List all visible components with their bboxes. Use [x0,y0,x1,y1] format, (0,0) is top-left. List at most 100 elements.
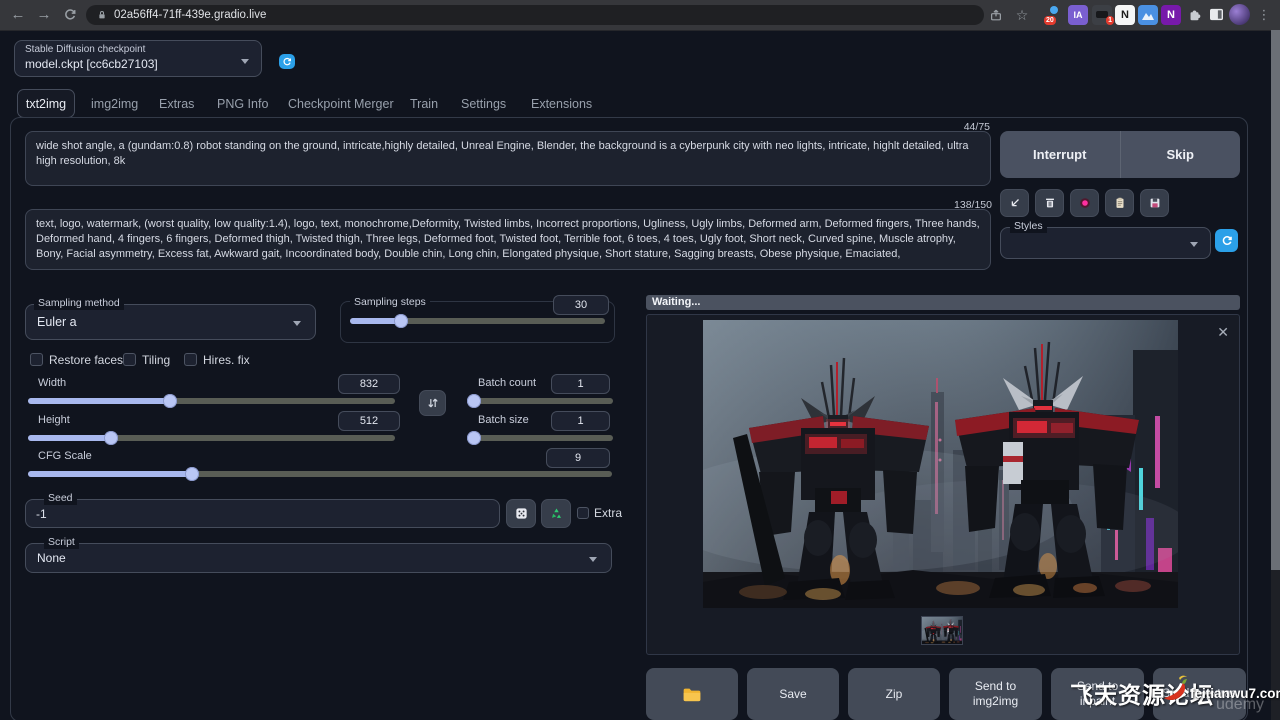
chevron-down-icon [589,557,597,562]
tiling-checkbox[interactable] [123,353,136,366]
hires-fix-checkbox[interactable] [184,353,197,366]
extension-camera-icon[interactable]: 1 [1092,5,1112,25]
script-label: Script [44,536,79,549]
extension-photos-icon[interactable] [1138,5,1158,25]
extension-onenote-icon[interactable]: N [1161,5,1181,25]
swap-dimensions-button[interactable] [419,390,446,416]
extension-notion-icon[interactable]: N [1115,5,1135,25]
tab-settings[interactable]: Settings [461,96,506,112]
save-style-button[interactable] [1140,189,1169,217]
reuse-seed-button[interactable] [541,499,571,528]
open-folder-button[interactable] [646,668,738,720]
trash-icon [1043,196,1057,210]
address-bar[interactable]: 02a56ff4-71ff-439e.gradio.live [86,5,984,25]
floppy-disk-icon [1148,196,1162,210]
batch-size-slider[interactable] [468,431,613,445]
folder-icon [682,686,702,703]
browser-back-icon[interactable]: ← [8,5,28,25]
batch-size-label: Batch size [478,414,529,426]
checkpoint-dropdown[interactable]: Stable Diffusion checkpoint model.ckpt [… [14,40,262,77]
extensions-puzzle-icon[interactable] [1184,5,1204,25]
clipboard-icon [1113,196,1127,210]
sampling-steps-value[interactable]: 30 [553,295,609,315]
browser-reload-icon[interactable] [60,5,80,25]
tab-checkpoint-merger[interactable]: Checkpoint Merger [288,96,394,112]
tiling-label: Tiling [142,353,170,367]
progress-status-text: Waiting... [652,296,700,308]
bookmark-star-icon[interactable]: ☆ [1012,5,1032,25]
tab-extensions[interactable]: Extensions [531,96,592,112]
extension-blue-icon[interactable]: 20 [1044,5,1064,25]
batch-count-slider[interactable] [468,394,613,408]
script-value: None [37,551,66,565]
paste-generation-params-button[interactable] [1000,189,1029,217]
gallery-thumbnail[interactable] [921,616,963,645]
sampling-method-value: Euler a [37,315,77,329]
restore-faces-label: Restore faces [49,353,123,367]
pink-dot-icon [1078,196,1092,210]
height-value[interactable]: 512 [338,411,400,431]
arrow-down-left-icon [1008,196,1022,210]
chevron-down-icon [293,321,301,326]
dice-icon [514,506,529,521]
tab-txt2img[interactable]: txt2img [17,89,75,118]
extension-ia-icon[interactable]: IA [1068,5,1088,25]
tab-img2img[interactable]: img2img [91,96,138,112]
close-gallery-icon[interactable]: ✕ [1217,325,1229,339]
chevron-down-icon [1190,242,1198,247]
seed-label: Seed [44,492,77,505]
page-scrollbar-thumb[interactable] [1271,30,1280,570]
negative-prompt-input[interactable]: text, logo, watermark, (worst quality, l… [25,209,991,270]
seed-value: -1 [36,507,47,521]
checkpoint-refresh-button[interactable] [279,54,295,69]
width-slider[interactable] [28,394,395,408]
batch-size-value[interactable]: 1 [551,411,610,431]
sampling-method-label: Sampling method [34,297,124,310]
side-panel-icon[interactable] [1206,5,1226,25]
tab-train[interactable]: Train [410,96,438,112]
sampling-steps-label: Sampling steps [350,296,430,309]
chevron-down-icon [241,59,249,64]
generated-image[interactable] [703,320,1178,608]
tab-png-info[interactable]: PNG Info [217,96,268,112]
browser-menu-icon[interactable]: ⋮ [1254,5,1274,25]
interrupt-button[interactable]: Interrupt [1000,131,1121,178]
cfg-scale-value[interactable]: 9 [546,448,610,468]
styles-refresh-button[interactable] [1215,229,1238,252]
restore-faces-checkbox[interactable] [30,353,43,366]
width-value[interactable]: 832 [338,374,400,394]
show-extra-networks-button[interactable] [1070,189,1099,217]
cfg-scale-slider[interactable] [28,467,612,481]
share-icon[interactable] [986,5,1006,25]
watermark-site: feitianwu7.com [1190,686,1280,701]
generated-image-svg [703,320,1178,608]
swap-arrows-icon [426,396,440,410]
hires-fix-label: Hires. fix [203,353,250,367]
chili-pepper-icon [1156,672,1190,706]
extra-seed-checkbox[interactable] [577,507,589,519]
styles-label: Styles [1010,220,1047,233]
lock-icon [96,8,108,29]
zip-button[interactable]: Zip [848,668,940,720]
clear-prompt-button[interactable] [1035,189,1064,217]
save-button[interactable]: Save [747,668,839,720]
send-to-img2img-button[interactable]: Send to img2img [949,668,1042,720]
app-root: ← → 02a56ff4-71ff-439e.gradio.live ☆ 20 … [0,0,1280,720]
height-slider[interactable] [28,431,395,445]
checkpoint-label: Stable Diffusion checkpoint [25,44,145,55]
seed-input[interactable]: -1 [25,499,500,528]
progress-bar: Waiting... [646,295,1240,310]
interrupt-skip-group: Interrupt Skip [1000,131,1240,178]
sampling-steps-slider[interactable] [350,314,605,328]
apply-styles-button[interactable] [1105,189,1134,217]
tab-extras[interactable]: Extras [159,96,194,112]
extra-seed-label: Extra [594,506,622,520]
profile-avatar[interactable] [1229,4,1250,25]
skip-button[interactable]: Skip [1121,131,1241,178]
random-seed-button[interactable] [506,499,536,528]
batch-count-value[interactable]: 1 [551,374,610,394]
script-dropdown[interactable]: None [25,543,612,573]
prompt-input[interactable]: wide shot angle, a (gundam:0.8) robot st… [25,131,991,186]
browser-forward-icon[interactable]: → [34,5,54,25]
width-label: Width [38,377,66,389]
